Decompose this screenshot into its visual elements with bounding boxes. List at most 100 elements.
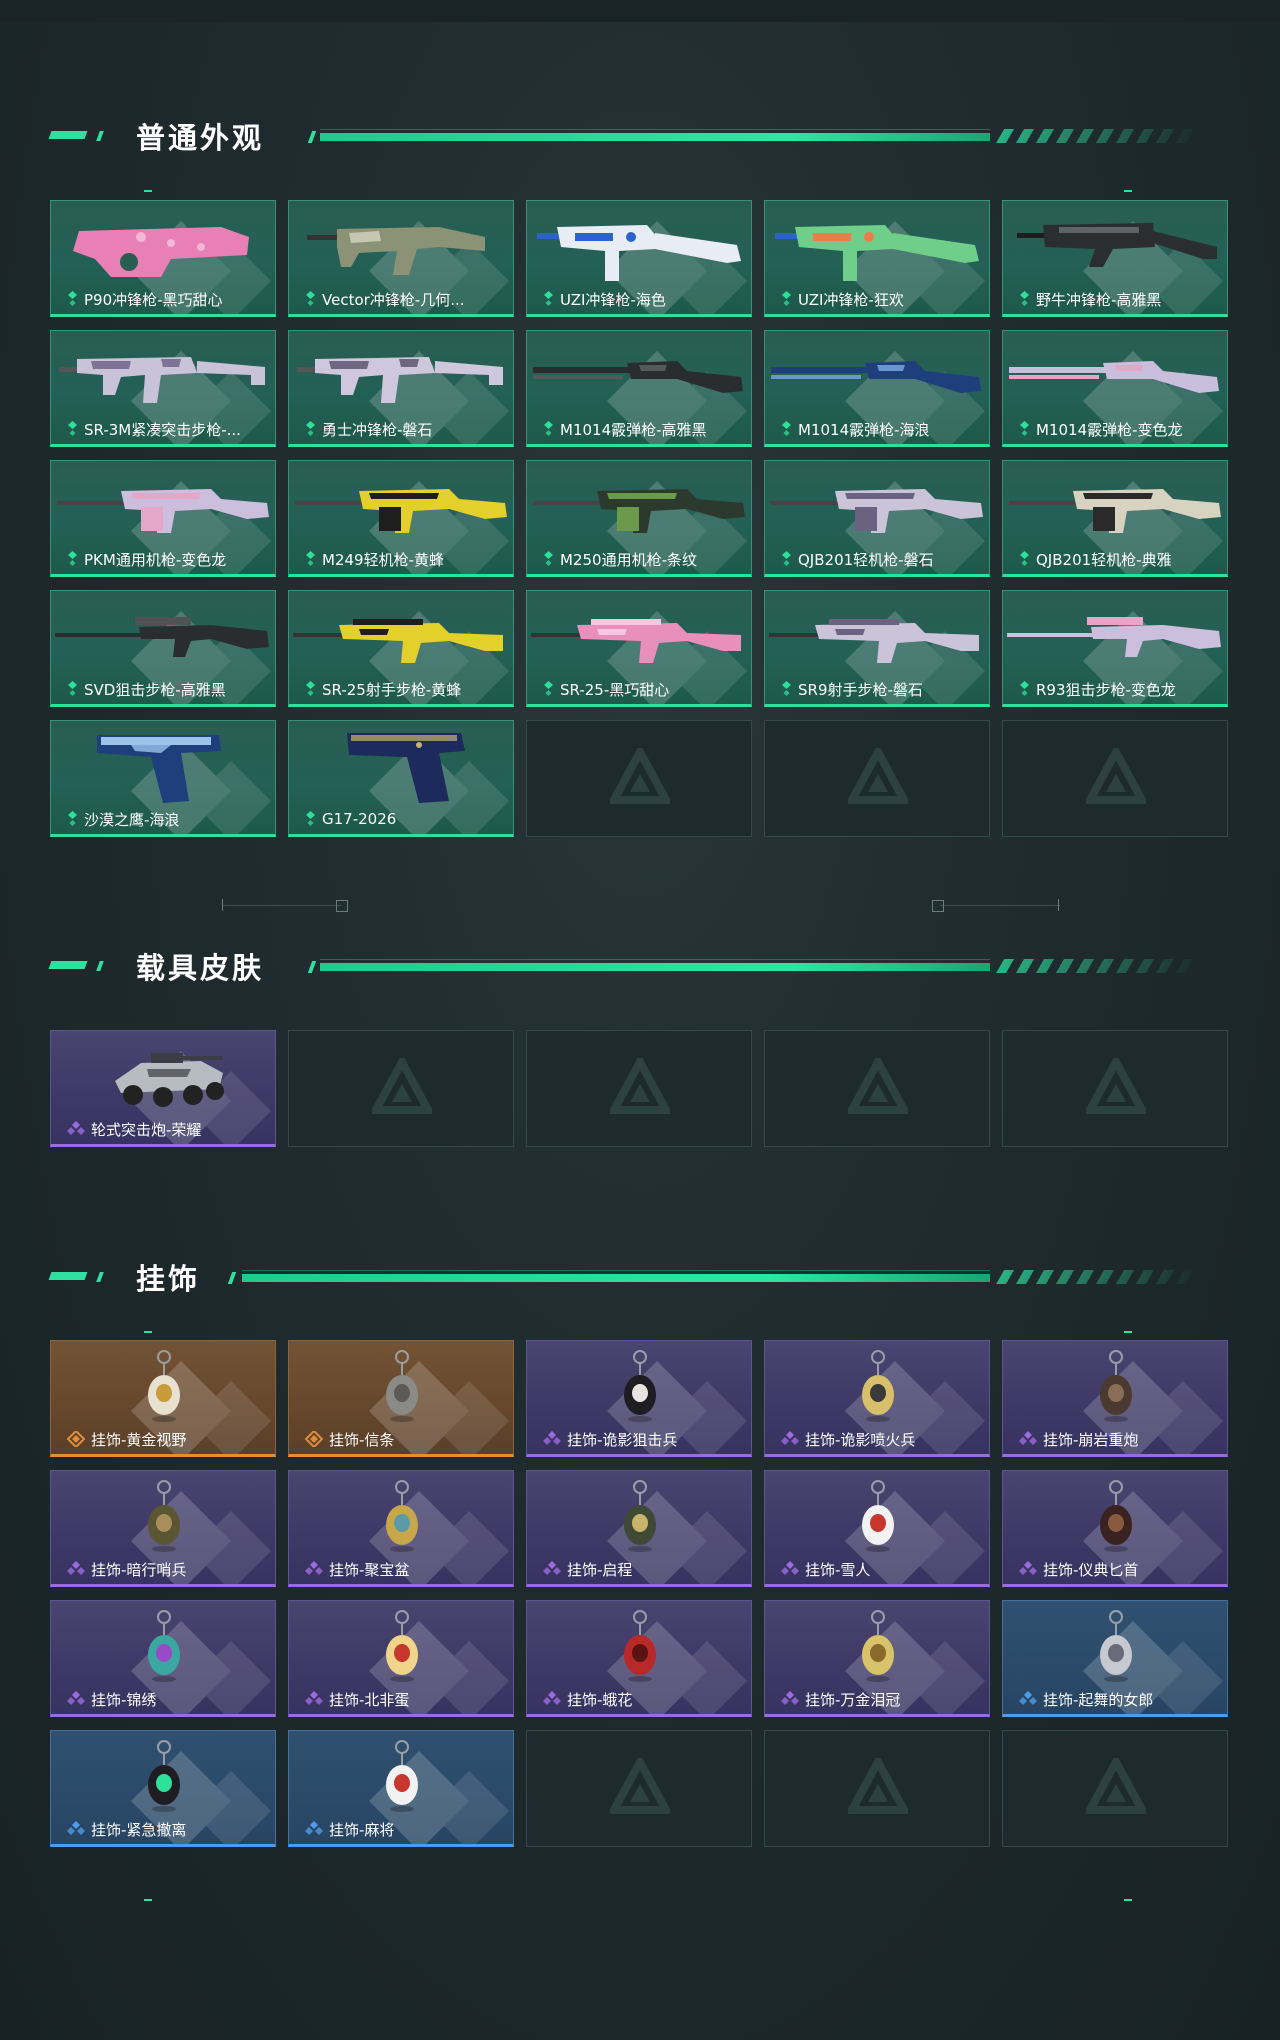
empty-slot [288,1030,514,1147]
item-name: SR-25射手步枪-黄蜂 [322,680,462,699]
header-tick [307,961,317,973]
item-card[interactable]: 挂饰-蛾花 [526,1600,752,1717]
empty-slot [526,1730,752,1847]
pistol-icon [347,733,465,803]
item-card[interactable]: 挂饰-起舞的女郎 [1002,1600,1228,1717]
purple-rarity-icon [67,1561,85,1575]
item-name: 挂饰-暗行哨兵 [91,1560,187,1579]
header-dash [48,1272,88,1280]
item-card[interactable]: 挂饰-崩岩重炮 [1002,1340,1228,1457]
item-card[interactable]: UZI冲锋枪-狂欢 [764,200,990,317]
item-card[interactable]: 挂饰-暗行哨兵 [50,1470,276,1587]
decor-box [932,900,944,912]
green-rarity-icon [68,421,77,436]
item-name: 挂饰-崩岩重炮 [1043,1430,1139,1449]
empty-slot [526,1030,752,1147]
header-line [320,129,990,141]
green-rarity-icon [306,421,315,436]
item-label: P90冲锋枪-黑巧甜心 [67,289,269,309]
blue-rarity-icon [305,1821,323,1835]
green-rarity-icon [1020,291,1029,306]
item-card[interactable]: 挂饰-黄金视野 [50,1340,276,1457]
charm-icon [624,1480,656,1552]
item-card[interactable]: M1014霰弹枪-高雅黑 [526,330,752,447]
purple-rarity-icon [543,1431,561,1445]
item-card[interactable]: 挂饰-聚宝盆 [288,1470,514,1587]
item-label: 挂饰-暗行哨兵 [67,1559,269,1579]
item-card[interactable]: 野牛冲锋枪-高雅黑 [1002,200,1228,317]
green-rarity-icon [544,551,553,566]
item-card[interactable]: 挂饰-诡影狙击兵 [526,1340,752,1457]
item-card[interactable]: SR-25射手步枪-黄蜂 [288,590,514,707]
item-card[interactable]: SVD狙击步枪-高雅黑 [50,590,276,707]
green-rarity-icon [306,551,315,566]
item-name: 挂饰-北非蛋 [329,1690,410,1709]
item-card[interactable]: 挂饰-北非蛋 [288,1600,514,1717]
header-checker [995,1270,1205,1284]
section-title: 普通外观 [136,121,265,155]
item-label: 挂饰-锦绣 [67,1689,269,1709]
item-card[interactable]: 勇士冲锋枪-磐石 [288,330,514,447]
item-card[interactable]: R93狙击步枪-变色龙 [1002,590,1228,707]
empty-slot [1002,1730,1228,1847]
charm-icon [386,1740,418,1812]
item-label: G17-2026 [305,809,507,829]
item-card[interactable]: 挂饰-启程 [526,1470,752,1587]
green-rarity-icon [68,811,77,826]
item-card[interactable]: SR-25-黑巧甜心 [526,590,752,707]
empty-slot [1002,1030,1228,1147]
green-rarity-icon [782,681,791,696]
item-card[interactable]: G17-2026 [288,720,514,837]
item-label: M249轻机枪-黄蜂 [305,549,507,569]
blue-rarity-icon [67,1821,85,1835]
header-dash [96,1272,104,1282]
item-card[interactable]: UZI冲锋枪-海色 [526,200,752,317]
item-card[interactable]: SR-3M紧凑突击步枪-... [50,330,276,447]
item-label: M1014霰弹枪-高雅黑 [543,419,745,439]
charm-icon [386,1610,418,1682]
weapon-icon [775,225,979,281]
item-card[interactable]: 轮式突击炮-荣耀 [50,1030,276,1147]
item-card[interactable]: 挂饰-紧急撤离 [50,1730,276,1847]
weapon-icon [533,489,745,533]
item-label: 挂饰-信条 [305,1429,507,1449]
charm-icon [862,1350,894,1422]
item-card[interactable]: SR9射手步枪-磐石 [764,590,990,707]
item-card[interactable]: M250通用机枪-条纹 [526,460,752,577]
item-card[interactable]: 挂饰-仪典匕首 [1002,1470,1228,1587]
item-card[interactable]: PKM通用机枪-变色龙 [50,460,276,577]
purple-rarity-icon [305,1691,323,1705]
item-card[interactable]: P90冲锋枪-黑巧甜心 [50,200,276,317]
purple-rarity-icon [1019,1431,1037,1445]
placeholder-logo-icon [610,1058,670,1114]
item-label: 轮式突击炮-荣耀 [67,1119,269,1139]
item-name: 挂饰-起舞的女郎 [1043,1690,1154,1709]
item-card[interactable]: M1014霰弹枪-变色龙 [1002,330,1228,447]
item-card[interactable]: 挂饰-麻将 [288,1730,514,1847]
item-label: 挂饰-黄金视野 [67,1429,269,1449]
item-card[interactable]: 挂饰-万金泪冠 [764,1600,990,1717]
item-card[interactable]: 挂饰-信条 [288,1340,514,1457]
item-card[interactable]: QJB201轻机枪-典雅 [1002,460,1228,577]
purple-rarity-icon [67,1121,85,1135]
green-rarity-icon [68,291,77,306]
weapon-icon [295,489,507,533]
item-card[interactable]: 挂饰-雪人 [764,1470,990,1587]
item-card[interactable]: M249轻机枪-黄蜂 [288,460,514,577]
placeholder-logo-icon [610,748,670,804]
item-card[interactable]: Vector冲锋枪-几何... [288,200,514,317]
weapon-icon [769,619,979,663]
charm-icon [386,1480,418,1552]
section-title: 载具皮肤 [136,951,265,985]
item-card[interactable]: QJB201轻机枪-磐石 [764,460,990,577]
item-card[interactable]: M1014霰弹枪-海浪 [764,330,990,447]
item-label: 挂饰-起舞的女郎 [1019,1689,1221,1709]
empty-slot [764,720,990,837]
item-card[interactable]: 挂饰-锦绣 [50,1600,276,1717]
item-card[interactable]: 挂饰-诡影喷火兵 [764,1340,990,1457]
decor-line [940,905,1060,906]
placeholder-logo-icon [372,1058,432,1114]
green-rarity-icon [306,811,315,826]
item-label: SR9射手步枪-磐石 [781,679,983,699]
item-card[interactable]: 沙漠之鹰-海浪 [50,720,276,837]
